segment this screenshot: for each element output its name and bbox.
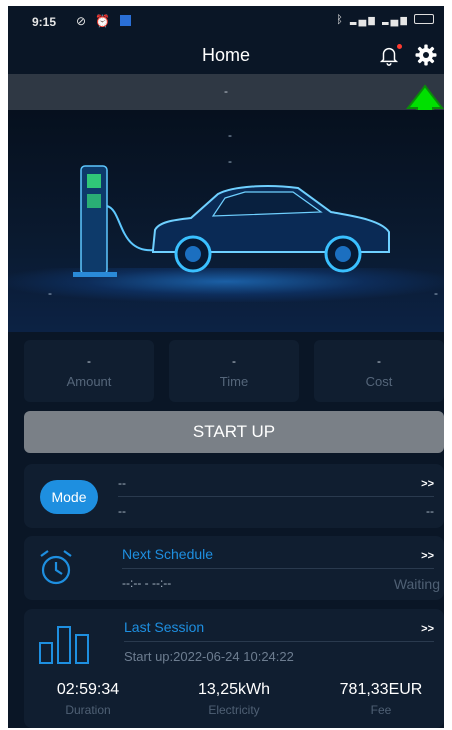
- stat-value: -: [377, 354, 381, 368]
- gear-icon[interactable]: [414, 43, 438, 67]
- start-up-button[interactable]: START UP: [24, 411, 444, 453]
- app-badge-icon: [119, 15, 131, 26]
- divider: [124, 641, 434, 642]
- stat-label: Cost: [365, 374, 393, 389]
- no-signal-icon: ⊘: [76, 14, 90, 28]
- hero-right-value: -: [434, 286, 438, 300]
- stat-cost: - Cost: [314, 340, 444, 402]
- mode-line-1: --: [118, 476, 126, 490]
- status-time: 9:15: [32, 15, 57, 29]
- status-bar: 9:15 ⊘ ⏰ ᛒ ▂▄▆ ▂▄▆: [8, 6, 444, 36]
- mode-card[interactable]: Mode -- >> -- --: [24, 464, 444, 528]
- metric-value: 781,33EUR: [339, 681, 423, 698]
- metric-label: Duration: [65, 703, 111, 717]
- metric-electricity: 13,25kWh Electricity: [184, 681, 284, 717]
- status-right-icons: ᛒ ▂▄▆ ▂▄▆: [336, 14, 434, 26]
- alarm-clock-icon: [40, 550, 72, 585]
- metric-label: Electricity: [208, 703, 260, 717]
- phone-screen: 9:15 ⊘ ⏰ ᛒ ▂▄▆ ▂▄▆ Home - - - - - - Amou…: [8, 6, 444, 728]
- mode-button[interactable]: Mode: [40, 480, 98, 514]
- bar-chart-icon: [39, 626, 89, 664]
- stats-row: - Amount - Time - Cost: [24, 340, 444, 402]
- info-strip: -: [8, 74, 444, 110]
- hero-left-value: -: [48, 286, 52, 300]
- metric-duration: 02:59:34 Duration: [38, 681, 138, 717]
- stat-time: - Time: [169, 340, 299, 402]
- mode-chevron[interactable]: >>: [421, 478, 434, 490]
- bluetooth-icon: ᛒ: [336, 14, 345, 26]
- schedule-card[interactable]: Next Schedule >> --:-- - --:-- Waiting: [24, 536, 444, 600]
- mode-line-2: --: [118, 504, 126, 518]
- charging-station-icon: [73, 165, 117, 277]
- hero-line-1: -: [228, 128, 232, 142]
- divider: [122, 568, 434, 569]
- schedule-chevron[interactable]: >>: [421, 550, 434, 562]
- session-start-text: Start up:2022-06-24 10:24:22: [124, 649, 294, 664]
- mode-right-value: --: [426, 504, 434, 518]
- stat-label: Amount: [66, 374, 112, 389]
- schedule-time-range: --:-- - --:--: [122, 576, 172, 590]
- signal-icon: ▂▄▆: [349, 14, 377, 26]
- charger-hero: - - - -: [8, 110, 444, 332]
- schedule-title: Next Schedule: [122, 546, 214, 562]
- car-icon: [152, 185, 390, 273]
- stat-amount: - Amount: [24, 340, 154, 402]
- notification-dot: [397, 44, 402, 49]
- status-left-icons: ⊘ ⏰: [76, 14, 131, 28]
- stat-label: Time: [219, 374, 249, 389]
- info-strip-text: -: [224, 84, 228, 98]
- metric-value: 13,25kWh: [197, 681, 271, 698]
- session-chevron[interactable]: >>: [421, 623, 434, 635]
- metric-value: 02:59:34: [56, 681, 120, 698]
- signal-icon: ▂▄▆: [381, 14, 409, 26]
- charger-car-illustration: [73, 165, 390, 277]
- alarm-icon: ⏰: [95, 14, 114, 28]
- last-session-card[interactable]: Last Session >> Start up:2022-06-24 10:2…: [24, 609, 444, 728]
- session-title: Last Session: [124, 619, 205, 635]
- schedule-status: Waiting: [393, 576, 440, 592]
- metric-fee: 781,33EUR Fee: [324, 681, 438, 717]
- battery-icon: [414, 14, 434, 24]
- divider: [118, 496, 434, 497]
- app-header: Home: [8, 36, 444, 74]
- stat-value: -: [232, 354, 236, 368]
- stat-value: -: [87, 354, 91, 368]
- metric-label: Fee: [370, 703, 392, 717]
